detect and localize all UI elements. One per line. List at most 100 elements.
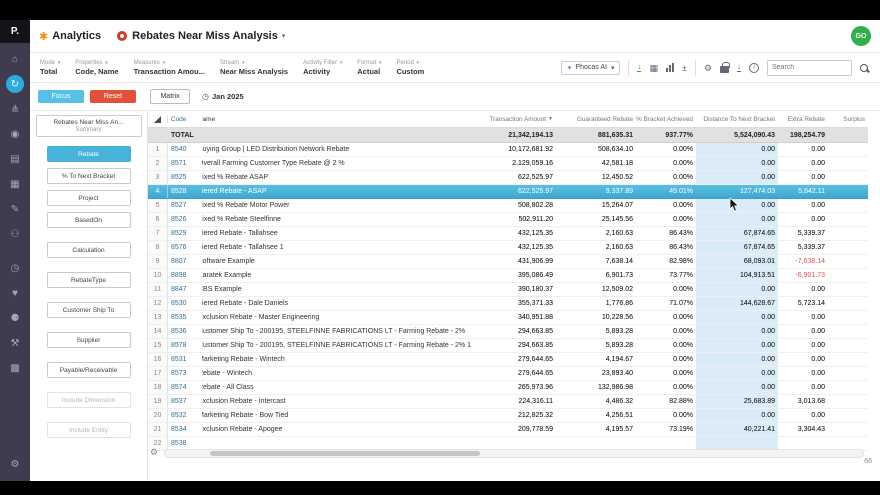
go-button[interactable]: GO	[851, 26, 871, 46]
add-remove-icon[interactable]: ±	[682, 63, 687, 73]
cell-code[interactable]: 8847	[168, 283, 202, 296]
cell-code[interactable]: 8529	[168, 227, 202, 240]
apps-icon[interactable]: ▦	[6, 175, 24, 193]
col-bracket-achieved[interactable]: % Bracket Achieved	[636, 116, 696, 123]
cell-name[interactable]: Exclusion Rebate - Master Engineering	[202, 311, 474, 324]
cell-code[interactable]: 8531	[168, 353, 202, 366]
cell-name[interactable]: CBS Example	[202, 283, 474, 296]
search-input[interactable]	[767, 59, 852, 76]
table-row[interactable]: 1 8540 Buying Group | LED Distribution Net…	[148, 143, 868, 157]
history-icon[interactable]: ◷	[6, 259, 24, 277]
dimension-item-include-entity[interactable]: Include Entity	[46, 422, 131, 438]
toolbar-dropdown-period[interactable]: Period ▾ Custom	[396, 60, 424, 76]
cell-code[interactable]: 8532	[168, 409, 202, 422]
cell-name[interactable]: Fixed % Rebate ASAP	[202, 171, 474, 184]
cell-code[interactable]: 8527	[168, 199, 202, 212]
table-row[interactable]: 13 8535 Exclusion Rebate - Master Engineer…	[148, 311, 868, 325]
settings-icon[interactable]: ⚙	[704, 63, 712, 73]
select-all-corner[interactable]	[148, 115, 168, 123]
cell-name[interactable]: Rebate - Wintech	[202, 367, 474, 380]
cell-code[interactable]: 8525	[168, 171, 202, 184]
document-title[interactable]: Rebates Near Miss Analysis	[132, 30, 278, 42]
cell-name[interactable]: Fixed % Rebate Steelfinne	[202, 213, 474, 226]
toolbar-dropdown-mode[interactable]: Mode ▾ Total	[40, 60, 60, 76]
table-row[interactable]: 8 8576 Tiered Rebate - Tallahsee 1 432,125.…	[148, 241, 868, 255]
cell-code[interactable]: 8578	[168, 339, 202, 352]
cell-code[interactable]: 8536	[168, 325, 202, 338]
home-icon[interactable]: ⌂	[6, 50, 24, 68]
cell-name[interactable]: Tiered Rebate - Tallahsee 1	[202, 241, 474, 254]
favorite-dashboard-icon[interactable]	[117, 31, 128, 41]
col-name[interactable]: Name	[202, 116, 474, 123]
col-surplus[interactable]: Surplus	[828, 116, 868, 123]
table-total-row[interactable]: TOTAL 21,342,194.13 881,635.31 937.77% 5…	[148, 128, 868, 143]
cell-code[interactable]: 8576	[168, 241, 202, 254]
toolbar-dropdown-format[interactable]: Format ▾ Actual	[357, 60, 381, 76]
export-icon[interactable]: ↓	[637, 63, 642, 72]
matrix-button[interactable]: Matrix	[150, 89, 190, 104]
cell-name[interactable]: Karatek Example	[202, 269, 474, 282]
cell-name[interactable]: Rebate - All Class	[202, 381, 474, 394]
table-row[interactable]: 19 8537 Exclusion Rebate - Intercast 224,31…	[148, 395, 868, 409]
dimension-item-rebatetype[interactable]: RebateType	[46, 272, 131, 288]
media-icon[interactable]: ⚈	[6, 309, 24, 327]
cell-code[interactable]: 8573	[168, 367, 202, 380]
phocas-logo[interactable]: P.	[0, 20, 30, 43]
cell-name[interactable]: Fixed % Rebate Motor Power	[202, 199, 474, 212]
lock-icon[interactable]	[720, 62, 730, 73]
table-row[interactable]: 9 8807 Software Example 431,906.99 7,638.14 8…	[148, 255, 868, 269]
toolbar-dropdown-stream[interactable]: Stream ▾ Near Miss Analysis	[220, 60, 288, 76]
reset-button[interactable]: Reset	[90, 90, 136, 103]
focus-button[interactable]: Focus	[38, 90, 84, 103]
users-icon[interactable]: ⚇	[6, 225, 24, 243]
col-distance-to-next-bracket[interactable]: Distance To Next Bracket	[696, 116, 778, 123]
table-row[interactable]: 17 8573 Rebate - Wintech 279,644.65 23,893.4…	[148, 367, 868, 381]
table-row[interactable]: 20 8532 Marketing Rebate - Bow Tied 212,825…	[148, 409, 868, 423]
design-icon[interactable]: ✎	[6, 200, 24, 218]
cell-code[interactable]: 8807	[168, 255, 202, 268]
cell-code[interactable]: 8530	[168, 297, 202, 310]
table-row[interactable]: 3 8525 Fixed % Rebate ASAP 622,525.97 12,450…	[148, 171, 868, 185]
table-row[interactable]: 7 8529 Tiered Rebate - Tallahsee 432,125.35…	[148, 227, 868, 241]
database-icon[interactable]: ▤	[6, 150, 24, 168]
info-icon[interactable]: i	[749, 62, 759, 73]
col-code[interactable]: Code	[168, 116, 202, 123]
search-icon[interactable]	[860, 63, 868, 72]
table-row[interactable]: 10 8898 Karatek Example 395,086.49 6,901.73 7…	[148, 269, 868, 283]
dimension-item-customer-ship-to[interactable]: Customer Ship To	[46, 302, 131, 318]
cell-code[interactable]: 8534	[168, 423, 202, 436]
grid-icon[interactable]: ▩	[6, 359, 24, 377]
table-row[interactable]: 16 8531 Marketing Rebate - Wintech 279,644.…	[148, 353, 868, 367]
cell-code[interactable]: 8537	[168, 395, 202, 408]
cell-name[interactable]: Exclusion Rebate - Apogee	[202, 423, 474, 436]
dimension-item-calculation[interactable]: Calculation	[46, 242, 131, 258]
cell-code[interactable]: 8540	[168, 143, 202, 156]
cell-name[interactable]: Tiered Rebate - ASAP	[202, 185, 474, 198]
cell-code[interactable]: 8574	[168, 381, 202, 394]
team-icon[interactable]: ⚒	[6, 334, 24, 352]
panel-title-card[interactable]: Rebates Near Miss An... Summary	[35, 115, 142, 137]
flow-icon[interactable]: ⋔	[6, 100, 24, 118]
cell-name[interactable]: Customer Ship To - 200195, STEELFINNE FA…	[202, 325, 474, 338]
cell-code[interactable]: 8526	[168, 213, 202, 226]
table-row[interactable]: 4 8528 Tiered Rebate - ASAP 622,525.97 9,337…	[148, 185, 868, 199]
col-transaction-amount[interactable]: Transaction Amount ▼	[474, 116, 556, 123]
dimension-item--to-next-bracket[interactable]: % To Next Bracket	[46, 168, 131, 184]
grid-view-icon[interactable]: ▦	[649, 63, 658, 73]
cell-name[interactable]: Customer Ship To - 200195, STEELFINNE FA…	[202, 339, 474, 352]
cell-name[interactable]: Exclusion Rebate - Intercast	[202, 395, 474, 408]
toolbar-dropdown-activity-filter[interactable]: Activity Filter ▾ Activity	[303, 60, 342, 76]
phocas-ai-button[interactable]: ✦ Phocas AI ▾	[560, 60, 621, 75]
dimension-item-payable-receivable[interactable]: Payable/Receivable	[46, 362, 131, 378]
table-row[interactable]: 2 8571 Overall Farming Customer Type Rebat…	[148, 157, 868, 171]
cell-name[interactable]: Tiered Rebate - Dale Daniels	[202, 297, 474, 310]
cell-name[interactable]: Buying Group | LED Distribution Network …	[202, 143, 474, 156]
view-icon[interactable]: ◉	[6, 125, 24, 143]
cell-name[interactable]: Marketing Rebate - Wintech	[202, 353, 474, 366]
cell-name[interactable]: Marketing Rebate - Bow Tied	[202, 409, 474, 422]
title-caret-icon[interactable]: ▾	[282, 32, 286, 40]
cell-code[interactable]: 8571	[168, 157, 202, 170]
settings-bottom-icon[interactable]: ⚙	[6, 455, 24, 473]
toolbar-dropdown-measures[interactable]: Measures ▾ Transaction Amou...	[134, 60, 205, 76]
favorites-icon[interactable]: ♥	[6, 284, 24, 302]
